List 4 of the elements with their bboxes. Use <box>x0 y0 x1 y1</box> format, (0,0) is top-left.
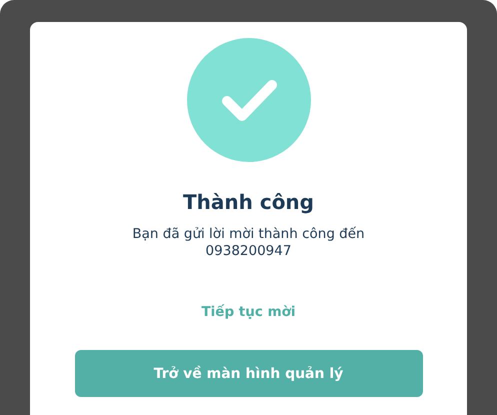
continue-invite-link[interactable]: Tiếp tục mời <box>201 304 296 320</box>
back-to-management-button[interactable]: Trở về màn hình quản lý <box>74 350 422 397</box>
dialog-message: Bạn đã gửi lời mời thành công đến 0938200947 <box>131 226 366 260</box>
dialog-title: Thành công <box>183 190 314 214</box>
